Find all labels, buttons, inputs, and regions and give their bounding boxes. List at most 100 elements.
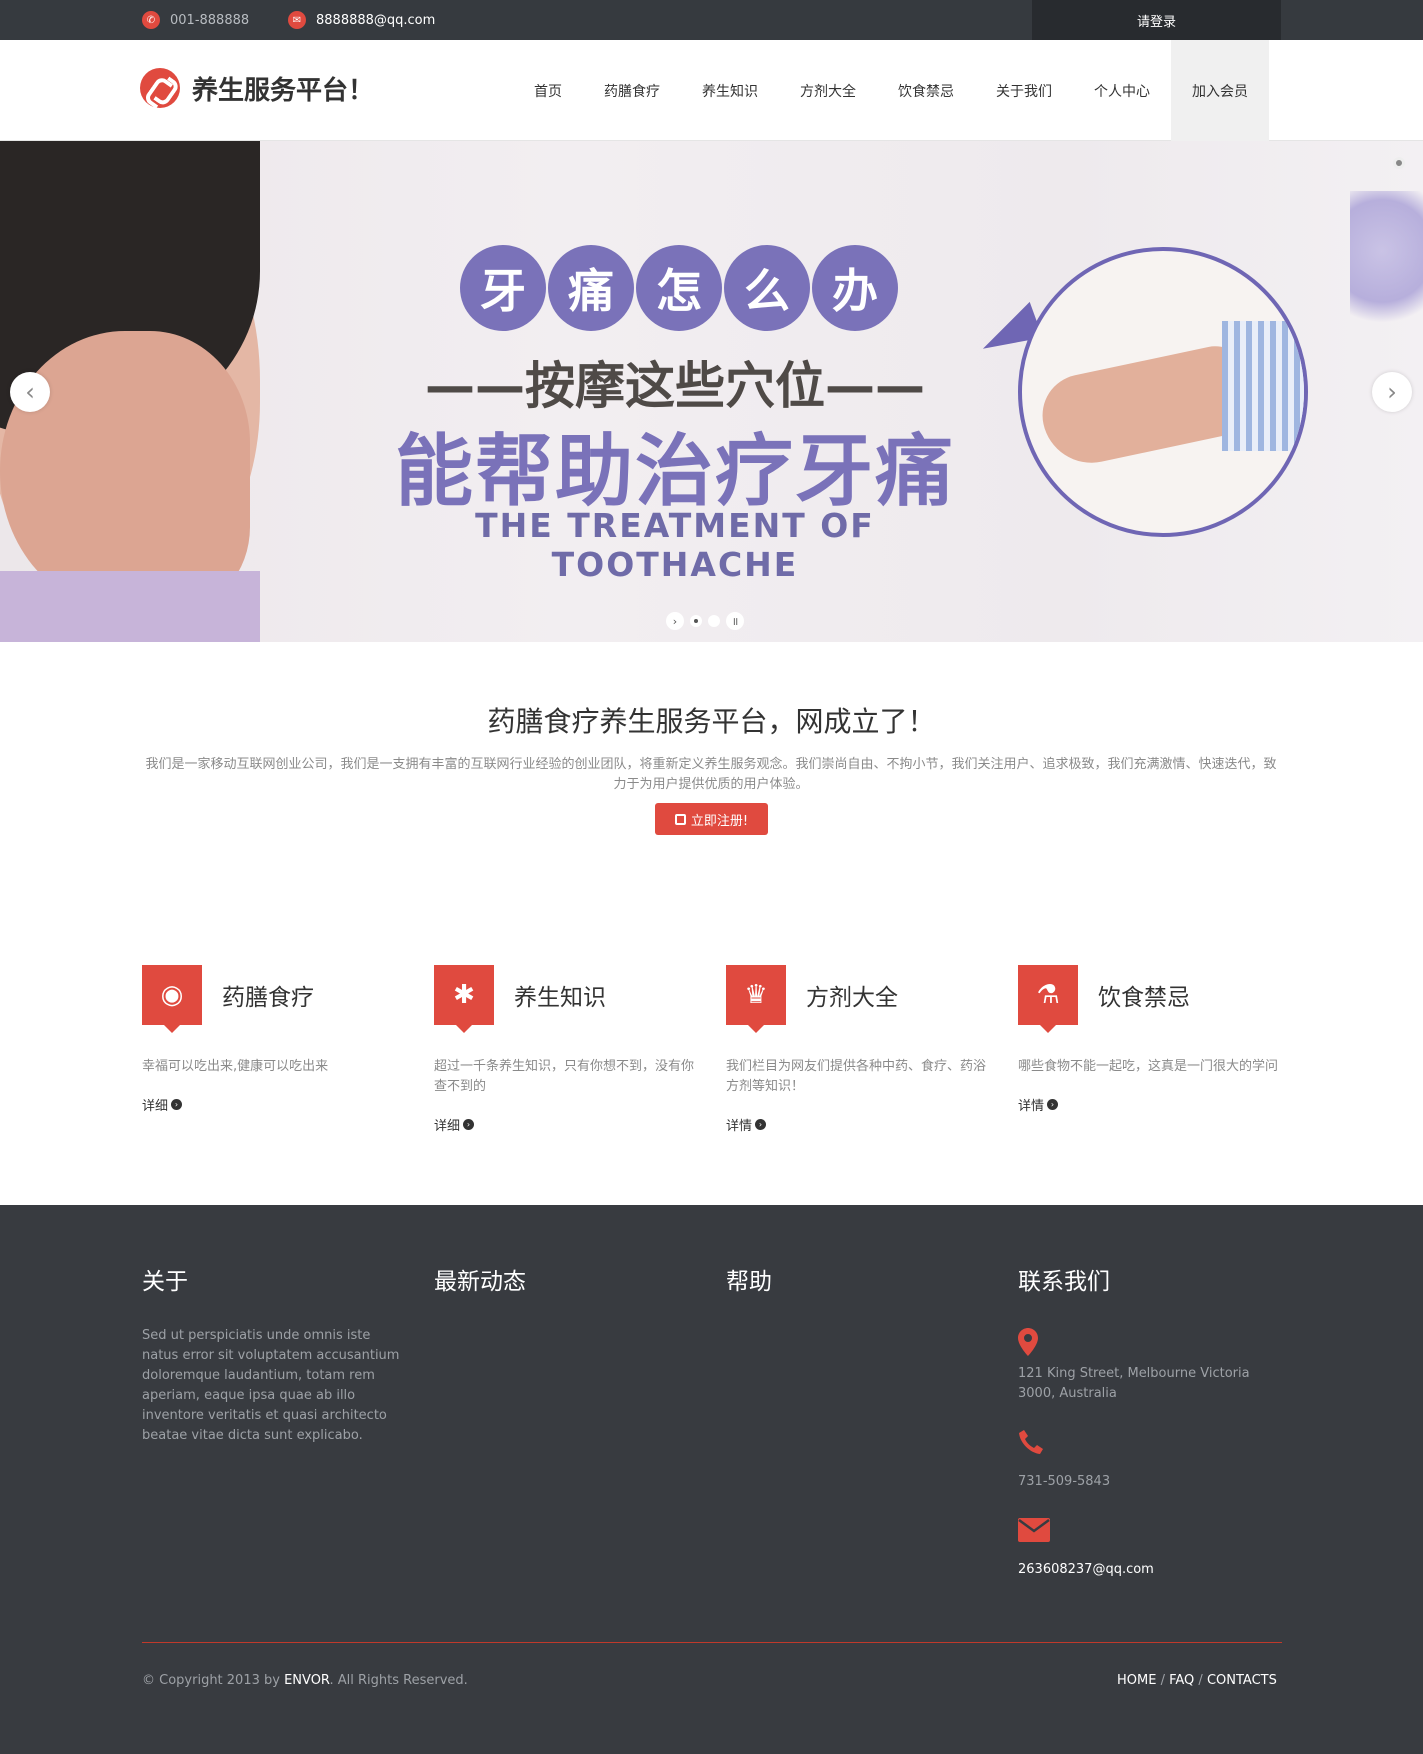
- nav-personal-center[interactable]: 个人中心: [1073, 40, 1171, 141]
- nav-prescriptions[interactable]: 方剂大全: [779, 40, 877, 141]
- slider-next-button[interactable]: ›: [1372, 372, 1412, 412]
- slide-bubble: 么: [724, 245, 810, 331]
- trophy-icon: ♛: [726, 965, 786, 1033]
- hero-slider: 牙 痛 怎 么 办 ——按摩这些穴位—— 能帮助治疗牙痛 THE TREATME…: [0, 141, 1423, 642]
- feature-text: 超过一千条养生知识，只有你想不到，没有你查不到的: [434, 1059, 695, 1094]
- contact-email: 263608237@qq.com: [1018, 1514, 1288, 1580]
- phone-icon: ✆: [142, 11, 160, 29]
- logo-text: 养生服务平台！: [192, 75, 375, 106]
- slide-bubble: 牙: [460, 245, 546, 331]
- slide-bubble: 怎: [636, 245, 722, 331]
- footer-help: 帮助: [726, 1262, 772, 1296]
- feature-card: ⚗ 饮食禁忌 哪些食物不能一起吃，这真是一门很大的学问 详情 ›: [1018, 965, 1280, 1114]
- slide-english-text: THE TREATMENT OF TOOTHACHE: [475, 506, 875, 584]
- contact-email-text[interactable]: 263608237@qq.com: [1018, 1560, 1288, 1580]
- feature-more-label: 详细: [434, 1119, 461, 1134]
- feature-more-link[interactable]: 详细 ›: [142, 1095, 404, 1114]
- nav-home[interactable]: 首页: [513, 40, 583, 141]
- top-phone-text: 001-888888: [170, 12, 250, 28]
- arrow-circle-right-icon: ›: [755, 1119, 767, 1130]
- top-phone: ✆ 001-888888: [142, 11, 249, 29]
- top-email-text[interactable]: 8888888@qq.com: [316, 13, 435, 28]
- slide-bubble: 痛: [548, 245, 634, 331]
- phone-icon: [1018, 1426, 1288, 1458]
- nav-join-member[interactable]: 加入会员: [1171, 40, 1269, 141]
- footer-link-faq[interactable]: FAQ: [1169, 1673, 1194, 1688]
- feature-text: 我们栏目为网友们提供各种中药、食疗、药浴方剂等知识！: [726, 1059, 987, 1094]
- feature-title: 养生知识: [514, 985, 606, 1011]
- slider-controls: › ॥: [666, 612, 744, 630]
- slide-headline: 牙 痛 怎 么 办: [460, 245, 898, 331]
- nav-about-us[interactable]: 关于我们: [975, 40, 1073, 141]
- feature-title: 饮食禁忌: [1098, 985, 1190, 1011]
- check-square-icon: [674, 813, 686, 825]
- feature-more-label: 详情: [726, 1119, 753, 1134]
- envelope-icon: ✉: [288, 11, 306, 29]
- main-nav: 首页 药膳食疗 养生知识 方剂大全 饮食禁忌 关于我们 个人中心 加入会员: [513, 40, 1269, 141]
- feature-more-link[interactable]: 详细 ›: [434, 1115, 696, 1134]
- register-button[interactable]: 立即注册!: [655, 803, 768, 835]
- site-footer: 关于 Sed ut perspiciatis unde omnis iste n…: [0, 1205, 1423, 1754]
- globe-icon: ◉: [142, 965, 202, 1033]
- envelope-icon: [1018, 1514, 1288, 1546]
- site-header: 养生服务平台！ 首页 药膳食疗 养生知识 方剂大全 饮食禁忌 关于我们 个人中心…: [0, 40, 1423, 141]
- footer-link-home[interactable]: HOME: [1117, 1673, 1156, 1688]
- contact-phone-text: 731-509-5843: [1018, 1474, 1111, 1489]
- footer-link-contacts[interactable]: CONTACTS: [1207, 1673, 1277, 1688]
- nav-health-knowledge[interactable]: 养生知识: [681, 40, 779, 141]
- feature-text: 哪些食物不能一起吃，这真是一门很大的学问: [1018, 1059, 1279, 1074]
- arrow-circle-right-icon: ›: [1047, 1099, 1059, 1110]
- logo[interactable]: 养生服务平台！: [140, 68, 374, 108]
- slider-indicator-dot[interactable]: [1393, 157, 1405, 169]
- feature-card: ♛ 方剂大全 我们栏目为网友们提供各种中药、食疗、药浴方剂等知识！ 详情 ›: [726, 965, 988, 1134]
- footer-contact-title: 联系我们: [1018, 1269, 1110, 1295]
- intro-title: 药膳食疗养生服务平台，网成立了！: [487, 705, 936, 738]
- arrow-circle-right-icon: ›: [171, 1099, 183, 1110]
- slide-main-text: 能帮助治疗牙痛: [394, 427, 955, 517]
- feature-title: 方剂大全: [806, 985, 898, 1011]
- map-marker-icon: [1018, 1326, 1288, 1358]
- feature-more-label: 详情: [1018, 1099, 1045, 1114]
- copyright-brand[interactable]: ENVOR: [284, 1673, 329, 1688]
- logo-icon: [140, 68, 180, 108]
- footer-about-text: Sed ut perspiciatis unde omnis iste natu…: [142, 1328, 400, 1443]
- flower-decoration: [1350, 191, 1423, 341]
- footer-about: 关于 Sed ut perspiciatis unde omnis iste n…: [142, 1262, 402, 1446]
- slide-bubble: 办: [812, 245, 898, 331]
- footer-contact: 联系我们 121 King Street, Melbourne Victoria…: [1018, 1262, 1288, 1580]
- slider-play-icon[interactable]: ›: [666, 612, 684, 630]
- feature-title: 药膳食疗: [222, 985, 314, 1011]
- slider-prev-button[interactable]: ‹: [10, 372, 50, 412]
- nav-medicated-diet[interactable]: 药膳食疗: [583, 40, 681, 141]
- top-bar: ✆ 001-888888 ✉ 8888888@qq.com 请登录: [0, 0, 1423, 40]
- footer-help-title: 帮助: [726, 1269, 772, 1295]
- intro-text: 我们是一家移动互联网创业公司，我们是一支拥有丰富的互联网行业经验的创业团队，将重…: [145, 757, 1277, 792]
- feature-text: 幸福可以吃出来,健康可以吃出来: [142, 1059, 329, 1074]
- chevron-left-icon: ‹: [25, 378, 35, 406]
- gear-icon: ✱: [434, 965, 494, 1033]
- contact-address-text: 121 King Street, Melbourne Victoria 3000…: [1018, 1366, 1250, 1401]
- nav-diet-taboos[interactable]: 饮食禁忌: [877, 40, 975, 141]
- feature-more-label: 详细: [142, 1099, 169, 1114]
- chevron-right-icon: ›: [1387, 378, 1397, 406]
- contact-address: 121 King Street, Melbourne Victoria 3000…: [1018, 1326, 1288, 1404]
- footer-links: HOME / FAQ / CONTACTS: [1117, 1673, 1277, 1688]
- massage-hand-image: [1018, 247, 1308, 537]
- slider-dot[interactable]: [708, 615, 720, 627]
- login-button[interactable]: 请登录: [1032, 0, 1281, 40]
- flask-icon: ⚗: [1018, 965, 1078, 1033]
- feature-card: ◉ 药膳食疗 幸福可以吃出来,健康可以吃出来 详细 ›: [142, 965, 404, 1114]
- register-label: 立即注册!: [690, 813, 749, 829]
- feature-more-link[interactable]: 详情 ›: [726, 1115, 988, 1134]
- slider-pause-icon[interactable]: ॥: [726, 612, 744, 630]
- footer-news-title: 最新动态: [434, 1269, 526, 1295]
- slider-dot-active[interactable]: [690, 615, 702, 627]
- top-email: ✉ 8888888@qq.com: [288, 11, 435, 29]
- arrow-circle-right-icon: ›: [463, 1119, 475, 1130]
- copyright-pre: © Copyright 2013 by: [142, 1673, 280, 1688]
- slide-subtitle: ——按摩这些穴位——: [425, 357, 925, 415]
- feature-more-link[interactable]: 详情 ›: [1018, 1095, 1280, 1114]
- footer-divider: [142, 1642, 1282, 1643]
- copyright: © Copyright 2013 by ENVOR. All Rights Re…: [142, 1673, 468, 1688]
- footer-news: 最新动态: [434, 1262, 526, 1296]
